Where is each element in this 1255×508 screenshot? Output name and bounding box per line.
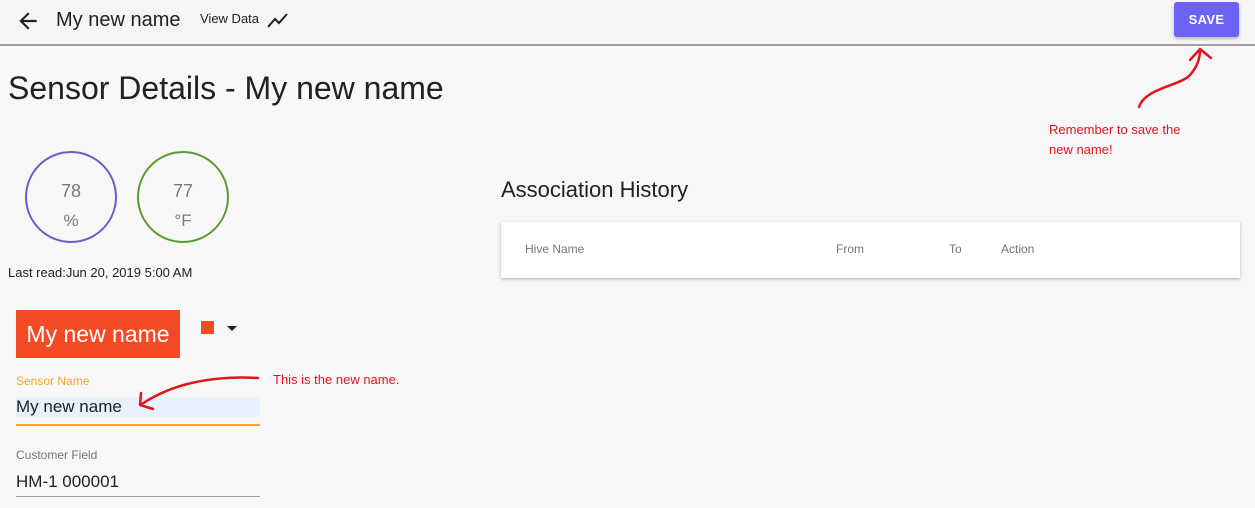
- sensor-name-label: Sensor Name: [16, 374, 90, 388]
- color-picker-dropdown[interactable]: [201, 320, 241, 338]
- app-bar: My new name View Data SAVE: [0, 0, 1255, 46]
- association-history-title: Association History: [501, 177, 689, 202]
- last-read-timestamp: Last read:Jun 20, 2019 5:00 AM: [8, 265, 193, 280]
- back-arrow-icon[interactable]: [15, 8, 41, 34]
- sensor-name-chip: My new name: [16, 310, 180, 358]
- humidity-gauge: 78 %: [25, 151, 117, 243]
- column-header-action[interactable]: Action: [1001, 242, 1034, 256]
- customer-field-underline: [16, 496, 260, 497]
- temperature-gauge: 77 °F: [137, 151, 229, 243]
- color-swatch: [201, 321, 214, 334]
- temperature-value: 77: [172, 181, 194, 201]
- humidity-unit: %: [63, 211, 79, 230]
- save-reminder-annotation: Remember to save the new name!: [1049, 122, 1181, 157]
- association-history-table: Hive Name From To Action: [501, 222, 1240, 278]
- humidity-value: 78: [60, 181, 82, 201]
- app-title: My new name: [56, 9, 181, 31]
- trending-line-icon[interactable]: [266, 10, 290, 30]
- column-header-from[interactable]: From: [836, 242, 864, 256]
- save-button[interactable]: SAVE: [1174, 2, 1239, 37]
- page-title: Sensor Details - My new name: [8, 70, 444, 106]
- sensor-name-underline: [16, 424, 260, 426]
- view-data-link[interactable]: View Data: [200, 11, 259, 26]
- save-arrow-icon: [1137, 47, 1213, 109]
- chevron-down-icon: [227, 326, 237, 331]
- temperature-unit: °F: [174, 211, 192, 230]
- column-header-hive-name[interactable]: Hive Name: [525, 242, 584, 256]
- customer-field-input[interactable]: [16, 471, 260, 493]
- sensor-name-input[interactable]: [16, 397, 260, 417]
- customer-field-label: Customer Field: [16, 448, 98, 462]
- new-name-annotation: This is the new name.: [273, 372, 400, 387]
- column-header-to[interactable]: To: [949, 242, 962, 256]
